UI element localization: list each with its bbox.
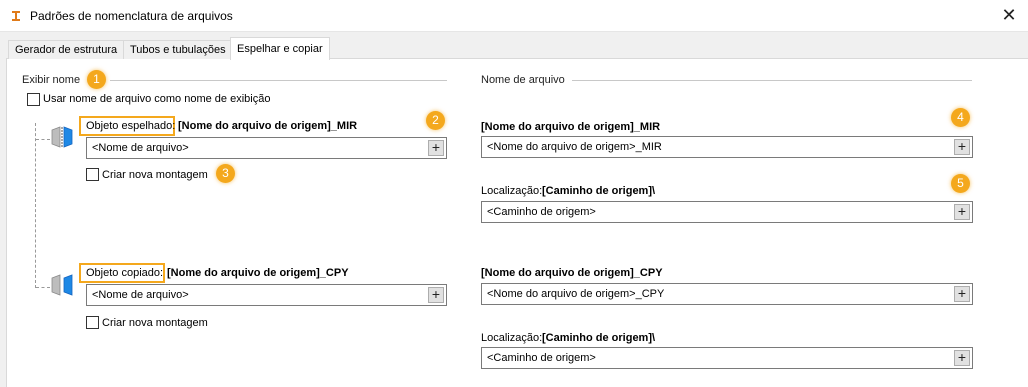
copied-object-label: Objeto copiado: — [86, 267, 164, 279]
mirrored-location-field[interactable]: <Caminho de origem> + — [481, 201, 973, 223]
copied-display-name-field[interactable]: <Nome de arquivo> + — [86, 284, 447, 306]
callout-1: 1 — [87, 70, 106, 89]
mirrored-display-name-value: <Nome de arquivo> — [92, 142, 189, 154]
copied-filename-pattern: [Nome do arquivo de origem]_CPY — [481, 267, 663, 279]
callout-3: 3 — [216, 164, 235, 183]
mirrored-location-add-button[interactable]: + — [954, 204, 970, 220]
hierarchy-connector-line — [35, 123, 36, 288]
copied-location-add-button[interactable]: + — [954, 350, 970, 366]
copy-part-icon — [50, 273, 78, 297]
copied-new-assembly-checkbox[interactable] — [86, 316, 99, 329]
tab-gerador-de-estrutura[interactable]: Gerador de estrutura — [8, 40, 125, 59]
copied-filename-field[interactable]: <Nome do arquivo de origem>_CPY + — [481, 283, 973, 305]
section-title-exibir-nome: Exibir nome — [22, 74, 81, 86]
callout-5: 5 — [951, 174, 970, 193]
section-title-nome-de-arquivo: Nome de arquivo — [481, 74, 565, 86]
connector-branch-copied — [36, 287, 50, 288]
mirrored-filename-value: <Nome do arquivo de origem>_MIR — [487, 141, 662, 153]
copied-filename-add-button[interactable]: + — [954, 286, 970, 302]
copied-new-assembly-label: Criar nova montagem — [102, 317, 208, 329]
use-filename-as-display-checkbox[interactable] — [27, 93, 40, 106]
copied-location-value: <Caminho de origem> — [487, 352, 596, 364]
copied-object-pattern: [Nome do arquivo de origem]_CPY — [167, 267, 349, 279]
copied-display-name-add-button[interactable]: + — [428, 287, 444, 303]
connector-branch-mirrored — [36, 139, 50, 140]
copied-location-label: Localização: — [481, 332, 543, 344]
app-logo-icon — [9, 9, 23, 23]
mirror-part-icon — [50, 125, 78, 149]
use-filename-as-display-label: Usar nome de arquivo como nome de exibiç… — [43, 93, 271, 105]
window-title: Padrões de nomenclatura de arquivos — [30, 9, 233, 23]
section-divider-right — [572, 80, 972, 81]
mirrored-filename-field[interactable]: <Nome do arquivo de origem>_MIR + — [481, 136, 973, 158]
mirrored-new-assembly-label: Criar nova montagem — [102, 169, 208, 181]
callout-4: 4 — [951, 108, 970, 127]
tab-espelhar-e-copiar[interactable]: Espelhar e copiar — [230, 37, 330, 60]
copied-filename-value: <Nome do arquivo de origem>_CPY — [487, 288, 665, 300]
mirrored-display-name-add-button[interactable]: + — [428, 140, 444, 156]
mirrored-location-pattern: [Caminho de origem]\ — [542, 185, 656, 197]
callout-2: 2 — [426, 111, 445, 130]
copied-location-pattern: [Caminho de origem]\ — [542, 332, 656, 344]
close-button[interactable]: ✕ — [996, 4, 1022, 28]
mirrored-filename-add-button[interactable]: + — [954, 139, 970, 155]
mirrored-location-value: <Caminho de origem> — [487, 206, 596, 218]
mirrored-display-name-field[interactable]: <Nome de arquivo> + — [86, 137, 447, 159]
mirrored-object-label: Objeto espelhado: — [86, 120, 176, 132]
copied-display-name-value: <Nome de arquivo> — [92, 289, 189, 301]
mirrored-new-assembly-checkbox[interactable] — [86, 168, 99, 181]
mirrored-filename-pattern: [Nome do arquivo de origem]_MIR — [481, 121, 661, 133]
section-divider-left — [110, 80, 447, 81]
mirrored-object-pattern: [Nome do arquivo de origem]_MIR — [178, 120, 358, 132]
tab-tubos-e-tubulacoes[interactable]: Tubos e tubulações — [123, 40, 233, 59]
mirrored-location-label: Localização: — [481, 185, 543, 197]
copied-location-field[interactable]: <Caminho de origem> + — [481, 347, 973, 369]
